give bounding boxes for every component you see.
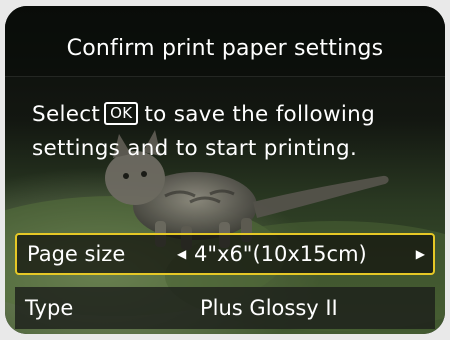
paper-type-label: Type: [25, 296, 74, 320]
triangle-right-icon[interactable]: ▶: [416, 235, 425, 273]
instruction-message: Select OK to save the following settings a…: [32, 98, 432, 166]
screen-title: Confirm print paper settings: [66, 36, 384, 61]
page-size-value: 4"x6"(10x15cm): [194, 242, 367, 266]
printer-lcd-screen: Confirm print paper settings Select OK to …: [5, 6, 445, 334]
ok-key-icon: OK: [104, 102, 139, 125]
triangle-left-icon[interactable]: ◀: [177, 235, 186, 273]
page-size-label: Page size: [27, 242, 126, 266]
paper-type-setting-row[interactable]: Type Plus Glossy II: [15, 287, 435, 329]
message-line-2: settings and to start printing.: [32, 136, 358, 161]
paper-type-value: Plus Glossy II: [200, 296, 338, 320]
page-size-setting-row[interactable]: Page size ◀ 4"x6"(10x15cm) ▶: [15, 233, 435, 275]
message-select-text: Select: [32, 102, 101, 127]
message-line-1: Select OK to save the following: [32, 98, 432, 132]
message-save-text: to save the following: [144, 102, 376, 127]
title-bar: Confirm print paper settings: [5, 6, 445, 77]
